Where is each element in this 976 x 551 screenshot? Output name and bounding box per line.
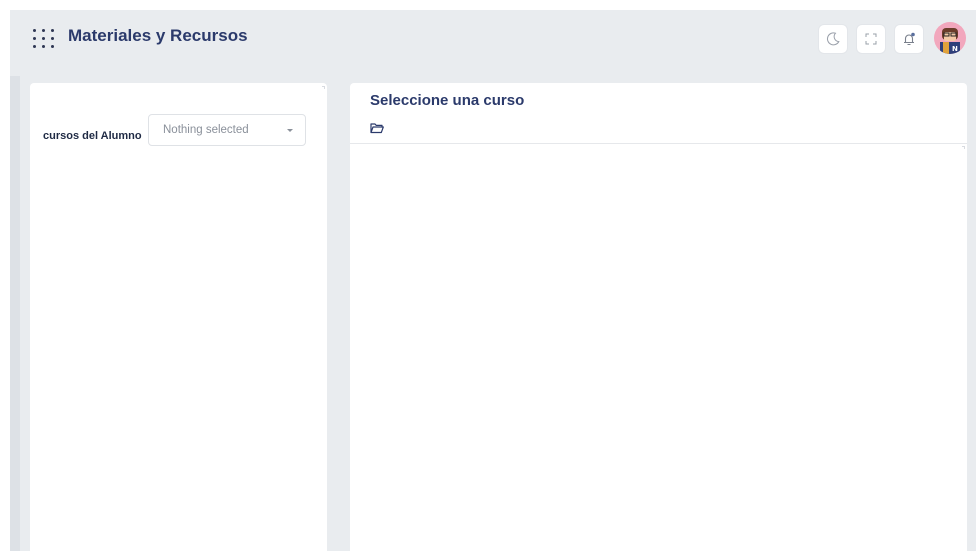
course-select[interactable]: Nothing selected <box>148 114 306 146</box>
fullscreen-icon <box>865 33 877 45</box>
top-header: Materiales y Recursos N <box>10 10 976 66</box>
course-field-label: cursos del Alumno <box>43 130 142 142</box>
resources-panel: Seleccione una curso <box>350 83 967 551</box>
svg-text:N: N <box>952 45 958 53</box>
user-avatar[interactable]: N <box>934 22 966 54</box>
course-select-value: Nothing selected <box>163 124 249 136</box>
app-shell: Materiales y Recursos N cursos del Alumn… <box>10 10 976 551</box>
dark-mode-button[interactable] <box>818 24 848 54</box>
panel-resize-mark <box>322 86 325 89</box>
moon-icon <box>826 32 840 46</box>
apps-grid-icon[interactable] <box>32 27 54 49</box>
filter-panel: cursos del Alumno Nothing selected <box>30 83 327 551</box>
notifications-button[interactable] <box>894 24 924 54</box>
panel-divider <box>350 143 967 144</box>
chevron-down-icon <box>287 129 293 132</box>
bell-icon <box>904 32 915 46</box>
resources-title: Seleccione una curso <box>370 92 525 109</box>
page-title: Materiales y Recursos <box>68 26 248 45</box>
panel-resize-mark <box>962 146 965 149</box>
folder-open-icon[interactable] <box>370 122 384 134</box>
sidebar-edge <box>10 76 20 551</box>
fullscreen-button[interactable] <box>856 24 886 54</box>
avatar-icon: N <box>934 22 966 54</box>
